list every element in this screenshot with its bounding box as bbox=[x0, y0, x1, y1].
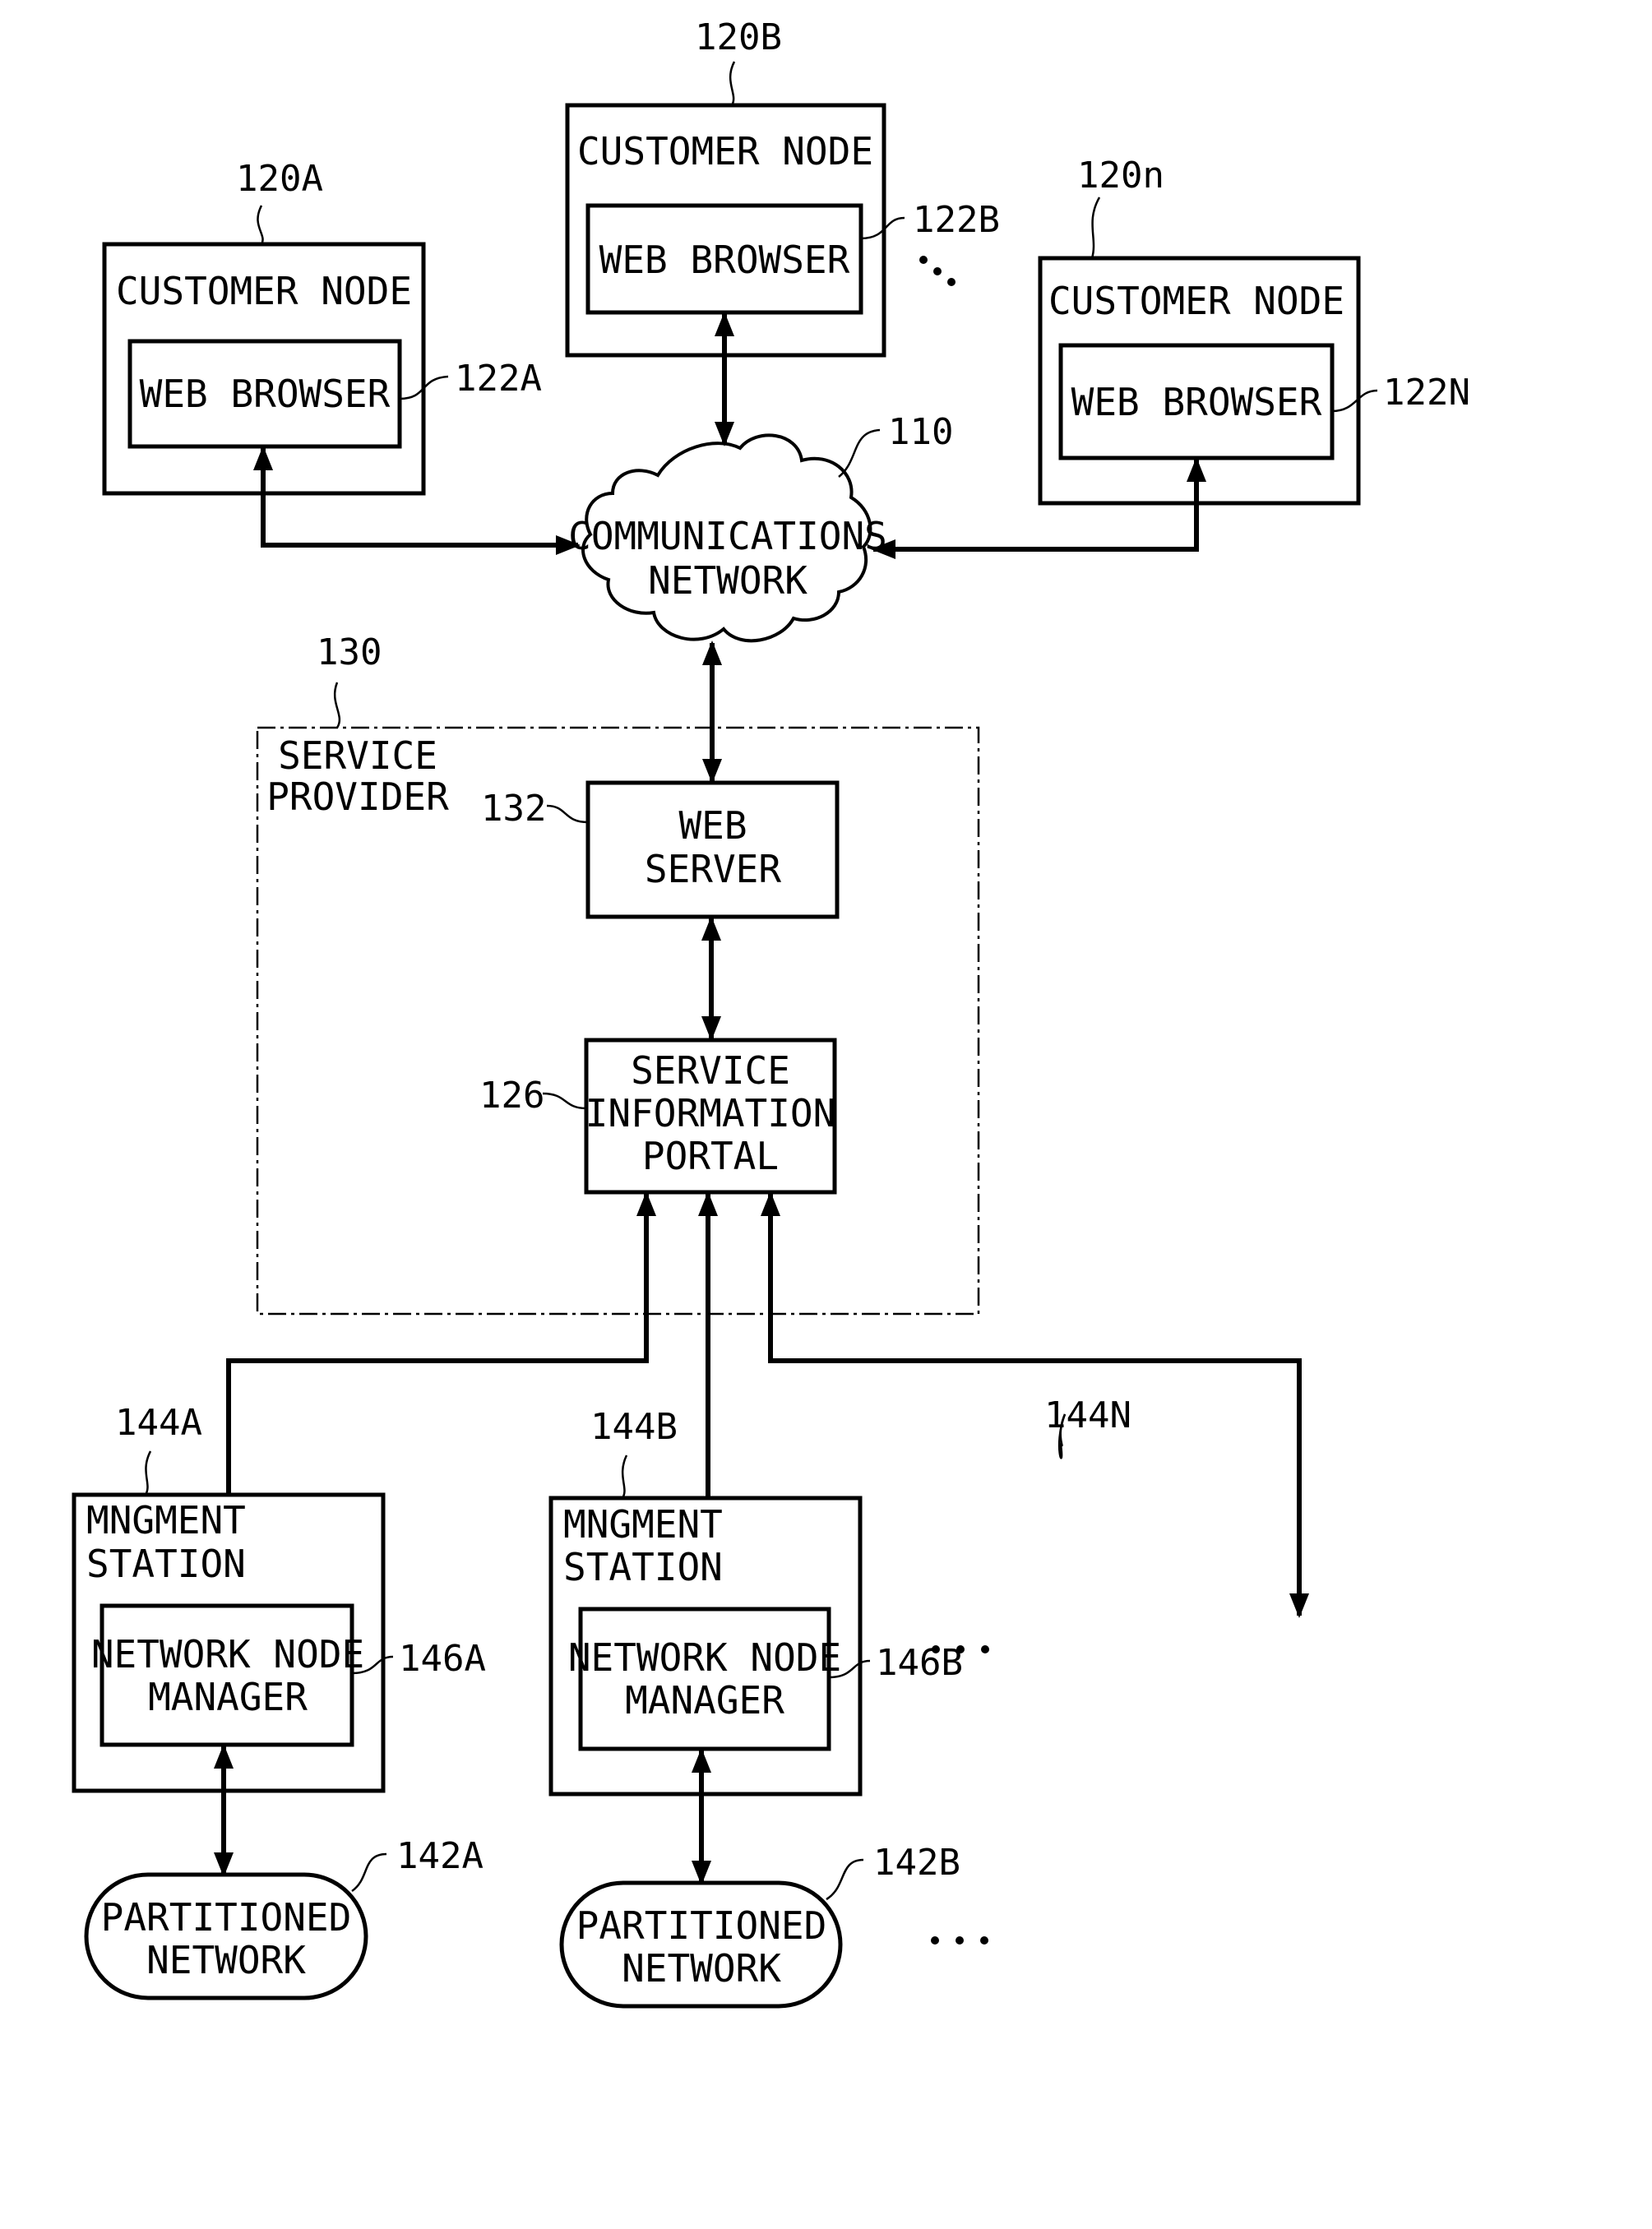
leader-line-120b bbox=[729, 61, 736, 106]
leader-line-144b bbox=[621, 1454, 628, 1499]
partitioned-network-label-line-1: PARTITIONED bbox=[576, 1903, 827, 1948]
nnm-label-line-2: MANAGER bbox=[625, 1678, 784, 1723]
ref-label-120n: 120n bbox=[1077, 155, 1164, 197]
leader-line-110 bbox=[838, 428, 881, 478]
leader-line-144a bbox=[144, 1450, 152, 1496]
nnm-label-line-2: MANAGER bbox=[148, 1675, 308, 1719]
leader-line-126 bbox=[542, 1092, 587, 1110]
service-provider-label-line-2: PROVIDER bbox=[266, 775, 449, 819]
ref-label-130: 130 bbox=[317, 631, 382, 673]
portal-label-line-2: INFORMATION bbox=[585, 1091, 836, 1135]
ellipsis-dot bbox=[956, 1645, 965, 1653]
customer-node-120b: 120B CUSTOMER NODE WEB BROWSER 122B bbox=[565, 16, 1000, 358]
management-station-label-line-1: MNGMENT bbox=[86, 1498, 246, 1542]
customer-node-120n: 120n CUSTOMER NODE WEB BROWSER 122N bbox=[1038, 155, 1470, 506]
partitioned-network-label-line-2: NETWORK bbox=[146, 1938, 306, 1982]
customer-node-label: CUSTOMER NODE bbox=[1048, 279, 1344, 323]
ellipsis-customer-nodes bbox=[919, 256, 956, 286]
ellipsis-dot bbox=[933, 267, 942, 275]
ref-label-132: 132 bbox=[481, 788, 546, 830]
ref-label-144a: 144A bbox=[115, 1402, 202, 1444]
leader-line-120a bbox=[257, 205, 264, 245]
ellipsis-dot bbox=[956, 1936, 964, 1945]
ellipsis-partitioned-networks bbox=[931, 1936, 988, 1945]
customer-node-label: CUSTOMER NODE bbox=[116, 269, 412, 313]
web-server-label-line-1: WEB bbox=[678, 803, 747, 848]
portal-label-line-1: SERVICE bbox=[631, 1048, 790, 1093]
management-station-label-line-2: STATION bbox=[563, 1545, 723, 1589]
communications-network-110: COMMUNICATIONS NETWORK 110 bbox=[568, 411, 953, 643]
leader-line-120n bbox=[1090, 197, 1101, 259]
portal-label-line-3: PORTAL bbox=[642, 1134, 779, 1178]
ref-label-120a: 120A bbox=[236, 158, 323, 200]
network-label-line-2: NETWORK bbox=[648, 558, 807, 603]
ellipsis-dot bbox=[932, 1645, 940, 1653]
ref-label-122b: 122B bbox=[913, 199, 1000, 241]
web-browser-label: WEB BROWSER bbox=[599, 238, 850, 282]
service-provider-130: 130 SERVICE PROVIDER WEB SERVER 132 SERV… bbox=[256, 631, 980, 1316]
web-browser-label: WEB BROWSER bbox=[1071, 380, 1322, 424]
ellipsis-dot bbox=[931, 1936, 939, 1945]
ellipsis-dot bbox=[980, 1936, 988, 1945]
ref-label-122n: 122N bbox=[1383, 372, 1470, 414]
ref-label-110: 110 bbox=[888, 411, 953, 453]
customer-node-120a: 120A CUSTOMER NODE WEB BROWSER 122A bbox=[102, 158, 542, 496]
management-station-144a: 144A MNGMENT STATION NETWORK NODE MANAGE… bbox=[72, 1402, 486, 2000]
web-browser-label: WEB BROWSER bbox=[140, 372, 391, 416]
ref-label-142b: 142B bbox=[873, 1842, 960, 1884]
ref-label-146b: 146B bbox=[876, 1642, 963, 1684]
leader-line-132 bbox=[546, 804, 589, 824]
network-label-line-1: COMMUNICATIONS bbox=[568, 514, 887, 558]
partitioned-network-label-line-1: PARTITIONED bbox=[101, 1895, 352, 1940]
management-station-label-line-2: STATION bbox=[86, 1542, 246, 1586]
management-station-144b: 144B MNGMENT STATION NETWORK NODE MANAGE… bbox=[548, 1406, 963, 2009]
ref-label-146a: 146A bbox=[399, 1638, 486, 1680]
ref-label-142a: 142A bbox=[396, 1835, 484, 1877]
ellipsis-dot bbox=[919, 256, 928, 264]
ref-label-120b: 120B bbox=[695, 16, 782, 58]
ref-label-122a: 122A bbox=[455, 358, 542, 400]
leader-line-142b bbox=[826, 1858, 864, 1901]
web-server-label-line-2: SERVER bbox=[645, 847, 781, 891]
leader-line-130 bbox=[333, 682, 341, 728]
partitioned-network-label-line-2: NETWORK bbox=[622, 1946, 781, 1991]
management-station-144n: 144N bbox=[1044, 1394, 1131, 1459]
nnm-label-line-1: NETWORK NODE bbox=[91, 1632, 364, 1676]
service-provider-label-line-1: SERVICE bbox=[278, 733, 437, 778]
ref-label-126: 126 bbox=[479, 1075, 544, 1117]
computing-environment-diagram: 120A CUSTOMER NODE WEB BROWSER 122A 120B… bbox=[72, 16, 1470, 2009]
ref-label-144n: 144N bbox=[1044, 1394, 1131, 1436]
nnm-label-line-1: NETWORK NODE bbox=[568, 1635, 841, 1680]
ellipsis-dot bbox=[947, 278, 956, 286]
management-station-label-line-1: MNGMENT bbox=[563, 1502, 723, 1547]
leader-line-142a bbox=[351, 1852, 387, 1893]
ref-label-144b: 144B bbox=[590, 1406, 678, 1448]
ellipsis-dot bbox=[981, 1645, 989, 1653]
customer-node-label: CUSTOMER NODE bbox=[577, 129, 873, 173]
